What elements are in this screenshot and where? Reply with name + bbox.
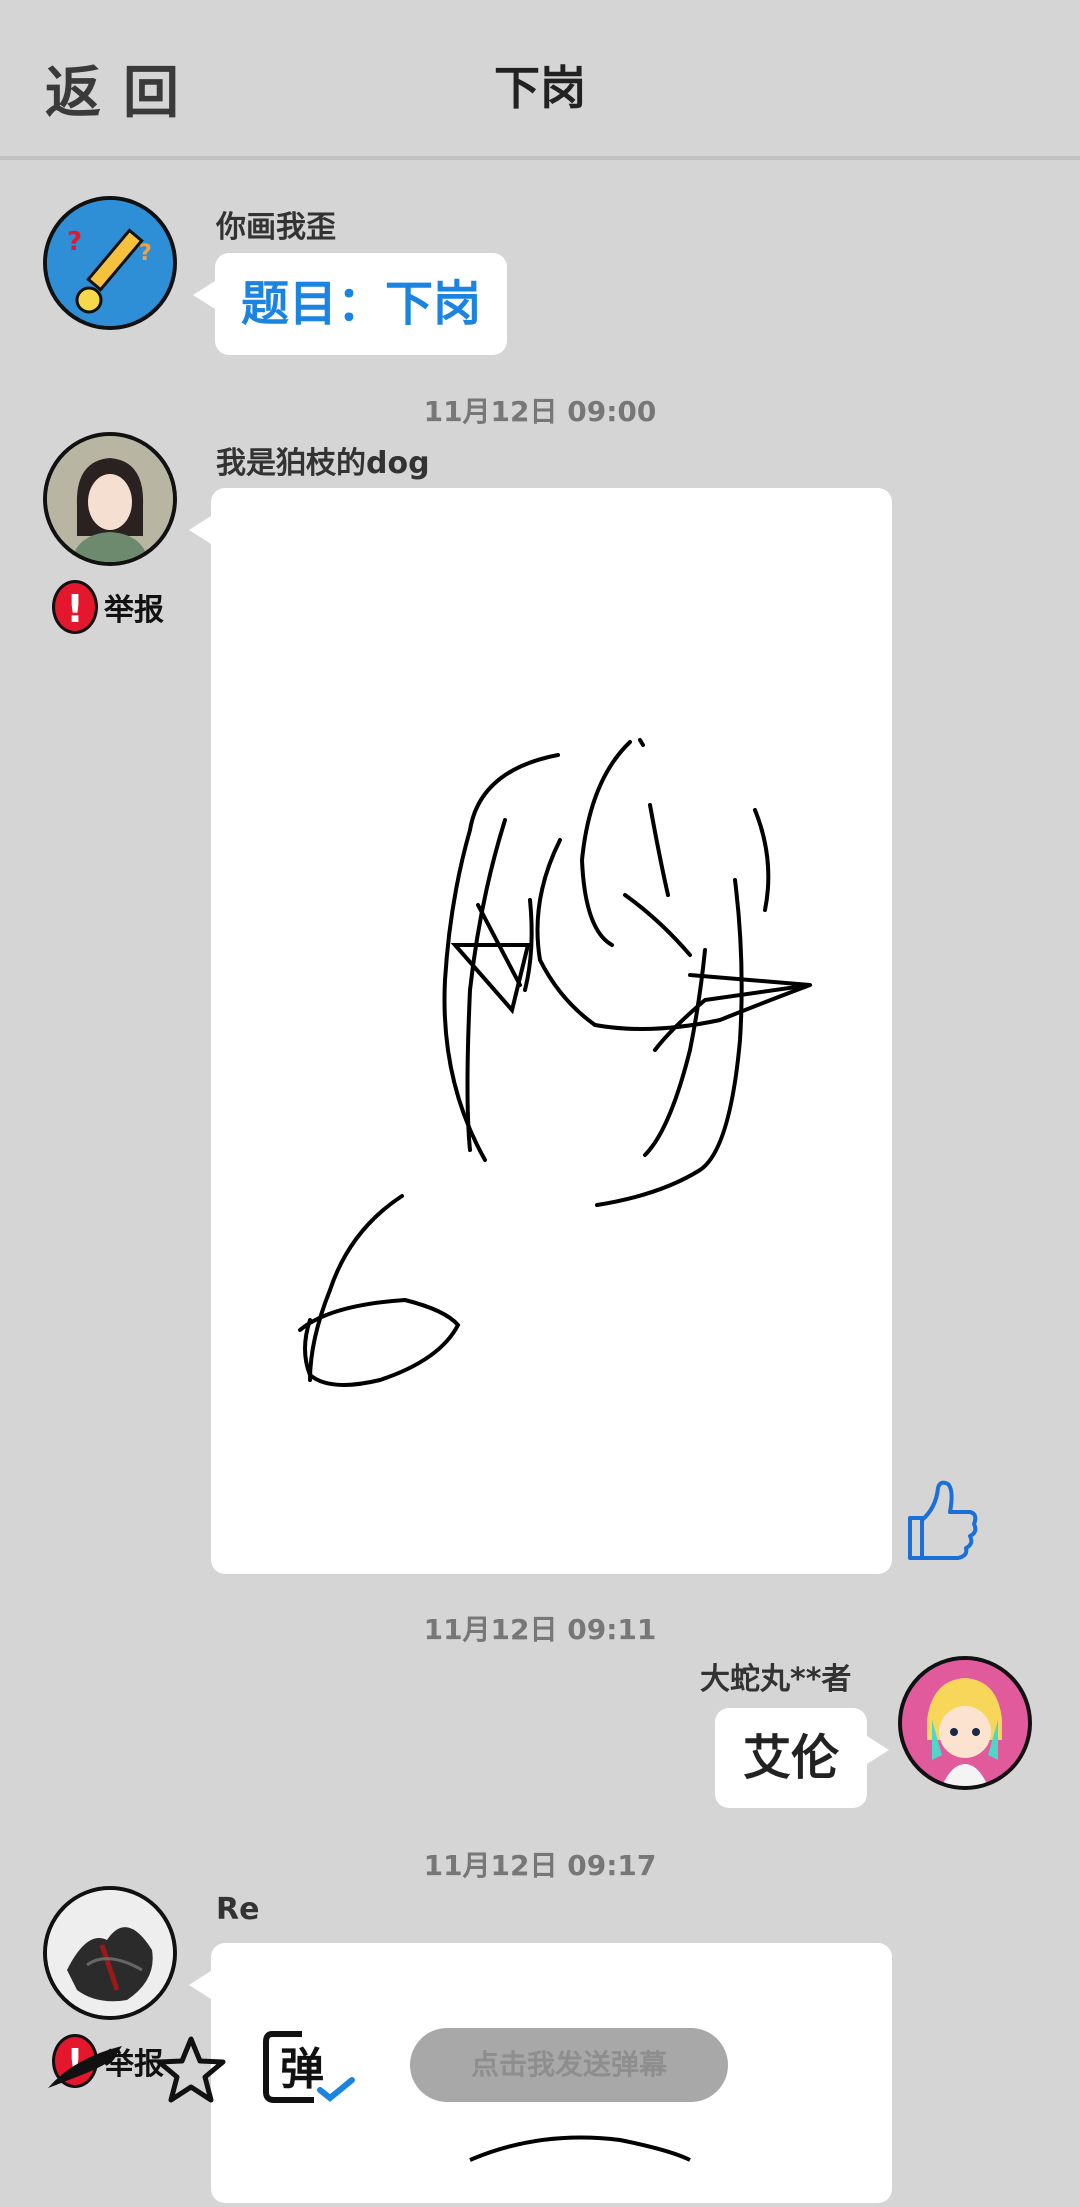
answer-bubble: 艾伦: [715, 1708, 890, 1808]
topic-text: 题目：下岗: [241, 276, 482, 332]
header: 返回 下岗: [0, 0, 1080, 160]
danmu-icon-label: 弹: [280, 2044, 324, 2095]
user-avatar[interactable]: [898, 1656, 1032, 1790]
report-button[interactable]: ! 举报: [52, 580, 164, 634]
arrow-left-icon[interactable]: [44, 2038, 128, 2098]
bottom-toolbar: ! 举报 弹 点击我发送弹幕: [0, 2010, 1080, 2120]
svg-text:?: ?: [67, 227, 82, 257]
user-name: Re: [216, 1892, 260, 1927]
danmu-icon[interactable]: 弹: [262, 2028, 362, 2112]
page-title: 下岗: [494, 61, 586, 115]
timestamp: 11月12日 09:11: [423, 1613, 657, 1646]
report-icon: !: [52, 580, 98, 634]
answer-text: 艾伦: [743, 1730, 840, 1786]
drawing-canvas[interactable]: [189, 488, 892, 1574]
danmu-input[interactable]: 点击我发送弹幕: [410, 2028, 728, 2102]
user-avatar[interactable]: [43, 1886, 177, 2020]
drawing-sketch: [298, 738, 812, 1387]
svg-text:?: ?: [139, 241, 152, 266]
host-avatar[interactable]: ? ?: [43, 196, 177, 330]
thumbs-up-icon[interactable]: [900, 1478, 980, 1566]
user-name: 我是狛枝的dog: [216, 446, 430, 481]
user-name: 你画我歪: [216, 210, 336, 245]
user-avatar[interactable]: [43, 432, 177, 566]
timestamp: 11月12日 09:00: [423, 395, 657, 428]
timestamp: 11月12日 09:17: [423, 1849, 657, 1882]
topic-bubble: 题目：下岗: [192, 253, 508, 355]
star-icon[interactable]: [156, 2034, 226, 2108]
user-name: 大蛇丸**者: [700, 1662, 852, 1697]
